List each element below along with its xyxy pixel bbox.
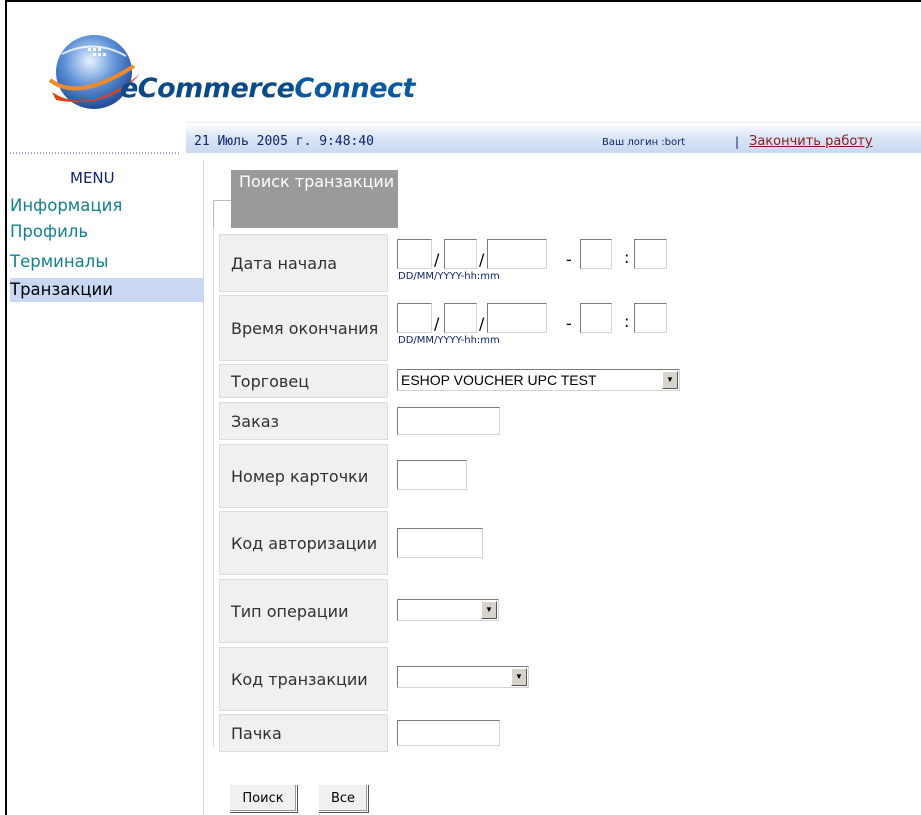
vertical-divider [203, 160, 204, 815]
brand-name: eCommerceConnect [120, 73, 415, 104]
order-label: Заказ [218, 401, 389, 441]
merchant-label: Торговец [218, 363, 389, 399]
date-end-label: Время окончания [218, 294, 389, 362]
date-separator: / [479, 250, 485, 269]
menu-title: MENU [70, 169, 115, 187]
date-separator: / [434, 314, 440, 333]
chevron-down-icon[interactable]: ▼ [511, 668, 527, 686]
current-datetime: 21 Июль 2005 г. 9:48:40 [194, 134, 375, 149]
auth-code-input[interactable] [397, 528, 483, 558]
date-end-day-input[interactable] [397, 303, 432, 333]
date-start-month-input[interactable] [444, 239, 477, 269]
window-left-border [5, 0, 7, 815]
transaction-code-label: Код транзакции [218, 646, 389, 712]
date-start-minute-input[interactable] [634, 239, 667, 269]
auth-code-label: Код авторизации [218, 510, 389, 576]
date-end-year-input[interactable] [487, 303, 547, 333]
time-dash: - [566, 250, 572, 269]
date-format-hint: DD/MM/YYYY-hh:mm [398, 271, 500, 282]
merchant-select[interactable]: ESHOP VOUCHER UPC TEST ▼ [397, 369, 680, 391]
tab-transaction-search[interactable]: Поиск транзакции [231, 170, 398, 228]
card-number-input[interactable] [397, 460, 467, 490]
sidebar-item-terminals[interactable]: Терминалы [10, 250, 203, 274]
date-end-month-input[interactable] [444, 303, 477, 333]
date-start-year-input[interactable] [487, 239, 547, 269]
batch-input[interactable] [397, 720, 500, 746]
form-frame [213, 228, 214, 748]
brand-part2: Connect [294, 73, 415, 104]
brand-part1: eCommerce [120, 73, 295, 104]
show-all-button[interactable]: Все [318, 784, 368, 812]
merchant-selected-value: ESHOP VOUCHER UPC TEST [401, 372, 597, 388]
chevron-down-icon[interactable]: ▼ [662, 371, 678, 389]
date-end-hour-input[interactable] [580, 303, 612, 333]
sidebar-item-transactions[interactable]: Транзакции [10, 278, 203, 302]
login-label: Ваш логин :bort [602, 137, 686, 148]
order-input[interactable] [397, 407, 500, 435]
dotted-divider [10, 152, 180, 154]
header-separator: | [735, 135, 740, 149]
sidebar-item-profile[interactable]: Профиль [10, 220, 203, 244]
sidebar-item-information[interactable]: Информация [10, 194, 203, 218]
date-start-hour-input[interactable] [580, 239, 612, 269]
time-dash: - [566, 314, 572, 333]
chevron-down-icon[interactable]: ▼ [481, 601, 497, 619]
window-top-border [5, 0, 921, 2]
batch-label: Пачка [218, 713, 389, 753]
operation-type-label: Тип операции [218, 578, 389, 644]
date-start-label: Дата начала [218, 233, 389, 293]
card-number-label: Номер карточки [218, 443, 389, 509]
transaction-code-select[interactable]: ▼ [397, 666, 529, 688]
logout-link[interactable]: Закончить работу [749, 134, 873, 149]
date-separator: / [479, 314, 485, 333]
time-colon: : [624, 248, 630, 267]
date-format-hint: DD/MM/YYYY-hh:mm [398, 335, 500, 346]
time-colon: : [624, 312, 630, 331]
date-separator: / [434, 250, 440, 269]
tab-edge [213, 200, 231, 228]
date-end-minute-input[interactable] [634, 303, 667, 333]
operation-type-select[interactable]: ▼ [397, 599, 499, 621]
search-button[interactable]: Поиск [229, 784, 297, 812]
date-start-day-input[interactable] [397, 239, 432, 269]
